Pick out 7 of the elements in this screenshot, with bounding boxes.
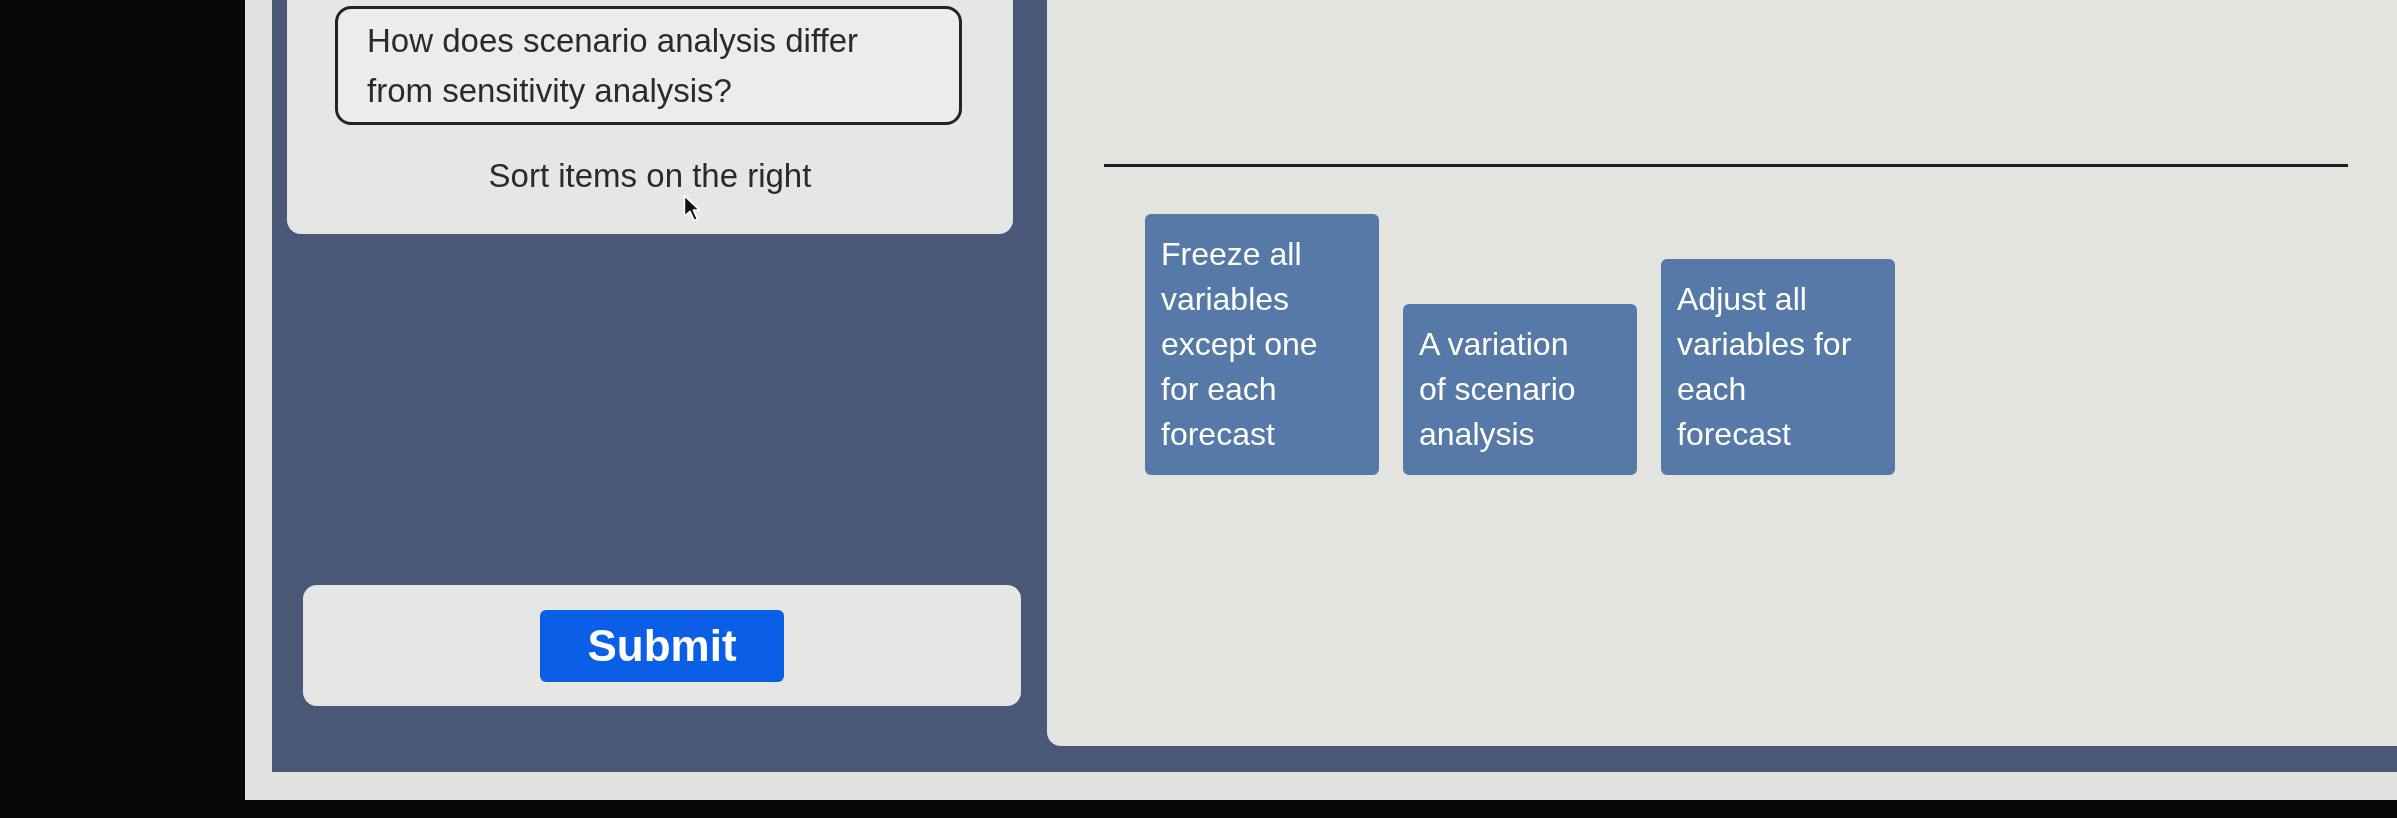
answer-tile[interactable]: A variation of scenario analysis bbox=[1403, 304, 1637, 475]
answer-tile[interactable]: Freeze all variables except one for each forecast bbox=[1145, 214, 1379, 475]
question-prompt: How does scenario analysis differ from sensitivity analysis? bbox=[335, 6, 962, 125]
answer-tile[interactable]: Adjust all variables for each forecast bbox=[1661, 259, 1895, 475]
mouse-pointer-icon bbox=[683, 194, 701, 222]
instruction-text: Sort items on the right bbox=[488, 156, 812, 196]
submit-button[interactable]: Submit bbox=[540, 609, 784, 682]
